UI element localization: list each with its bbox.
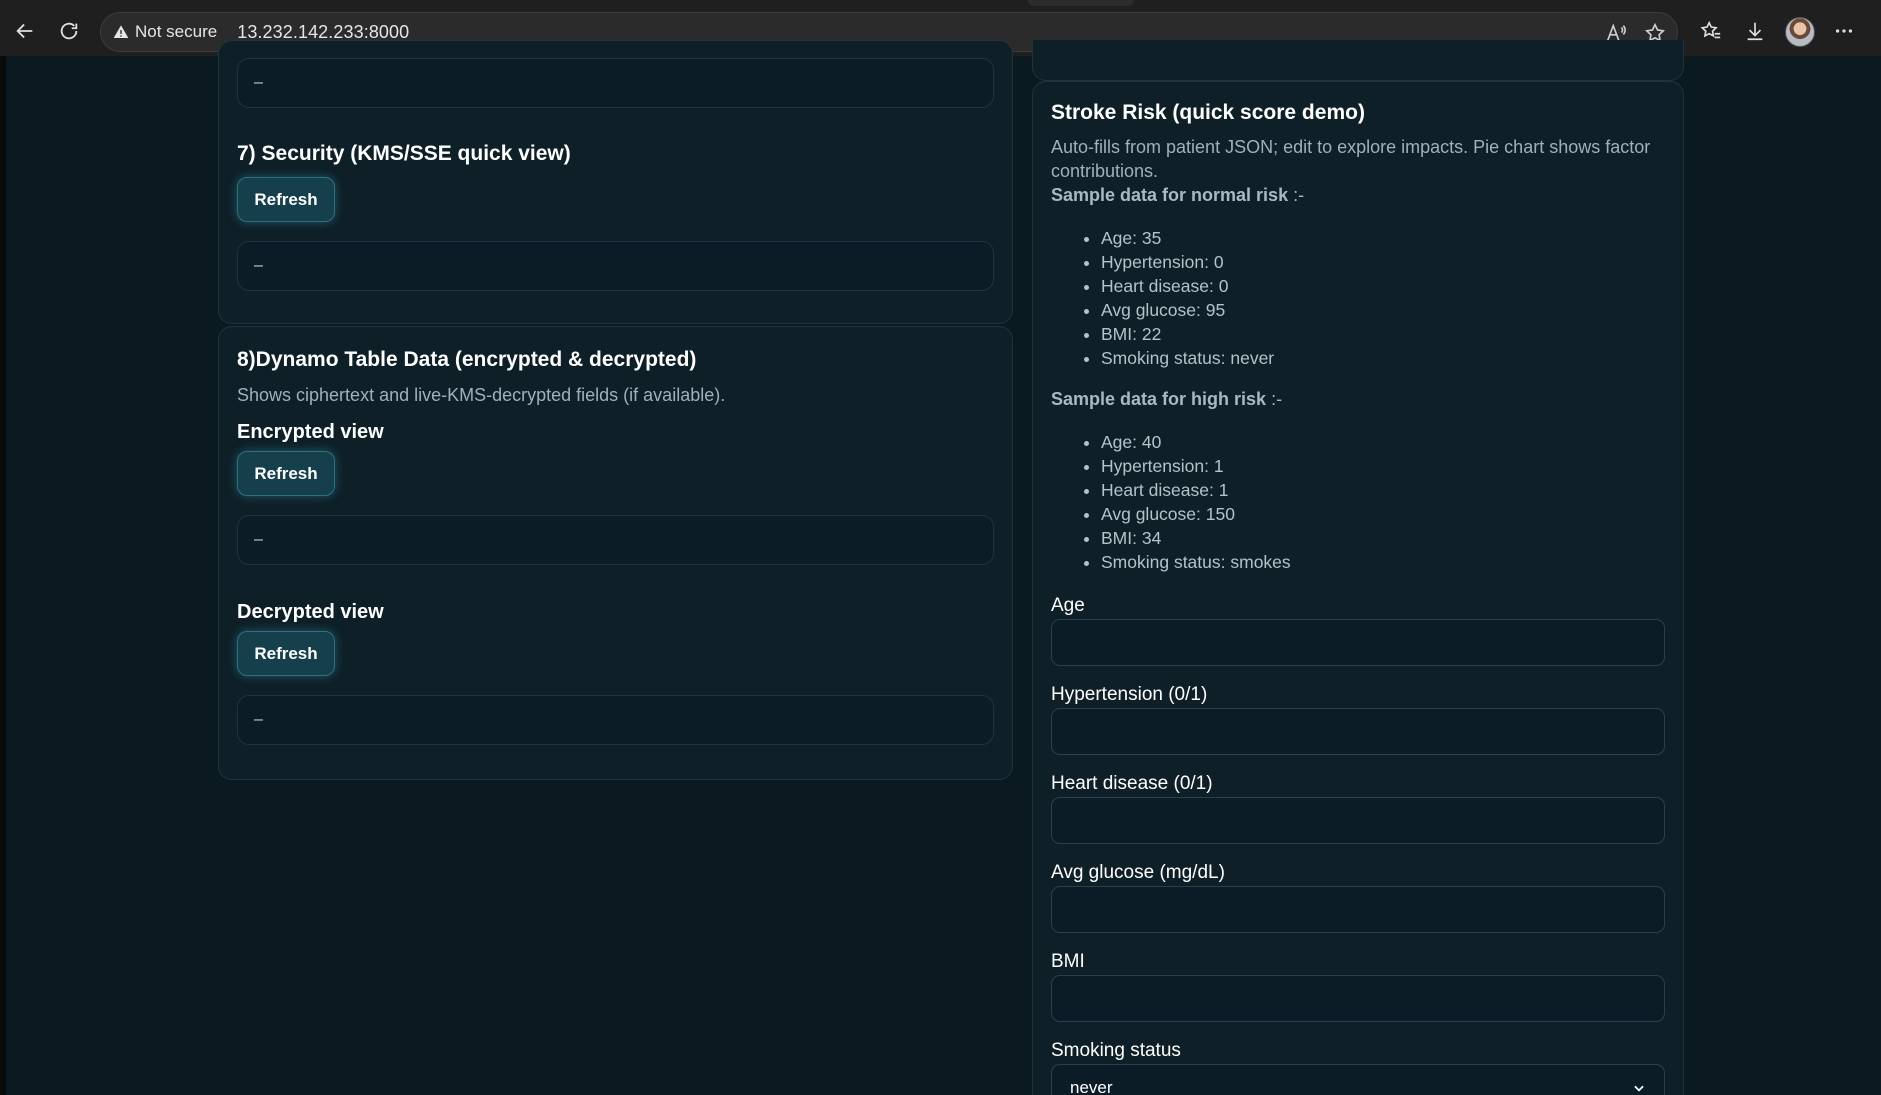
stroke-description-line1: Auto-fills from patient JSON; edit to ex… xyxy=(1051,137,1651,157)
smoking-status-label: Smoking status xyxy=(1051,1040,1181,1061)
not-secure-label: Not secure xyxy=(135,22,218,41)
list-item: Smoking status: smokes xyxy=(1101,550,1291,574)
reload-icon[interactable] xyxy=(52,14,86,48)
high-sample-heading: Sample data for high risk :- xyxy=(1051,389,1282,410)
list-item: Hypertension: 0 xyxy=(1101,250,1274,274)
decrypted-refresh-button[interactable]: Refresh xyxy=(237,631,335,676)
high-sample-list: Age: 40 Hypertension: 1 Heart disease: 1… xyxy=(1051,430,1291,574)
decrypted-view-title: Decrypted view xyxy=(237,601,384,623)
normal-sample-list: Age: 35 Hypertension: 0 Heart disease: 0… xyxy=(1051,226,1274,370)
avg-glucose-label: Avg glucose (mg/dL) xyxy=(1051,862,1225,883)
list-item: Heart disease: 1 xyxy=(1101,478,1291,502)
decrypted-output-box: – xyxy=(237,695,994,745)
downloads-icon[interactable] xyxy=(1738,14,1772,48)
previous-output-text: – xyxy=(254,74,263,91)
list-item: Heart disease: 0 xyxy=(1101,274,1274,298)
list-item: Hypertension: 1 xyxy=(1101,454,1291,478)
smoking-status-select[interactable]: never xyxy=(1051,1064,1665,1095)
age-label: Age xyxy=(1051,595,1085,616)
security-refresh-button[interactable]: Refresh xyxy=(237,177,335,222)
encrypted-output-text: – xyxy=(254,531,263,548)
normal-sample-heading: Sample data for normal risk :- xyxy=(1051,185,1304,206)
stroke-description-line2: contributions. xyxy=(1051,161,1159,181)
favorites-icon[interactable] xyxy=(1694,14,1728,48)
decrypted-output-text: – xyxy=(254,711,263,728)
heart-disease-input[interactable] xyxy=(1051,797,1665,844)
dynamo-title: 8)Dynamo Table Data (encrypted & decrypt… xyxy=(237,348,697,371)
security-output-box: – xyxy=(237,241,994,291)
list-item: Age: 35 xyxy=(1101,226,1274,250)
avg-glucose-input[interactable] xyxy=(1051,886,1665,933)
list-item: Avg glucose: 95 xyxy=(1101,298,1274,322)
heart-disease-label: Heart disease (0/1) xyxy=(1051,773,1213,794)
chevron-down-icon xyxy=(1634,1085,1644,1092)
encrypted-output-box: – xyxy=(237,515,994,565)
age-input[interactable] xyxy=(1051,619,1665,666)
security-title: 7) Security (KMS/SSE quick view) xyxy=(237,142,571,165)
previous-card-bottom xyxy=(1032,40,1684,81)
stroke-risk-title: Stroke Risk (quick score demo) xyxy=(1051,101,1365,124)
high-sample-title-tail: :- xyxy=(1266,389,1283,409)
list-item: Age: 40 xyxy=(1101,430,1291,454)
normal-sample-title: Sample data for normal risk xyxy=(1051,185,1289,205)
back-icon[interactable] xyxy=(8,14,42,48)
smoking-status-value: never xyxy=(1070,1077,1113,1095)
active-tab-edge[interactable] xyxy=(1028,0,1134,6)
profile-avatar[interactable] xyxy=(1785,17,1815,47)
security-output-text: – xyxy=(254,257,263,274)
encrypted-view-title: Encrypted view xyxy=(237,421,384,443)
normal-sample-title-tail: :- xyxy=(1288,185,1305,205)
high-sample-title: Sample data for high risk xyxy=(1051,389,1267,409)
list-item: Avg glucose: 150 xyxy=(1101,502,1291,526)
encrypted-refresh-button[interactable]: Refresh xyxy=(237,451,335,496)
hypertension-label: Hypertension (0/1) xyxy=(1051,684,1208,705)
list-item: BMI: 22 xyxy=(1101,322,1274,346)
previous-output-box: – xyxy=(237,58,994,108)
more-menu-icon[interactable] xyxy=(1827,14,1861,48)
bmi-label: BMI xyxy=(1051,951,1085,972)
window-edge xyxy=(0,56,6,1095)
warning-icon xyxy=(113,25,129,38)
list-item: BMI: 34 xyxy=(1101,526,1291,550)
security-indicator[interactable]: Not secure xyxy=(113,22,217,42)
bmi-input[interactable] xyxy=(1051,975,1665,1022)
hypertension-input[interactable] xyxy=(1051,708,1665,755)
dynamo-subtitle: Shows ciphertext and live-KMS-decrypted … xyxy=(237,385,726,405)
list-item: Smoking status: never xyxy=(1101,346,1274,370)
